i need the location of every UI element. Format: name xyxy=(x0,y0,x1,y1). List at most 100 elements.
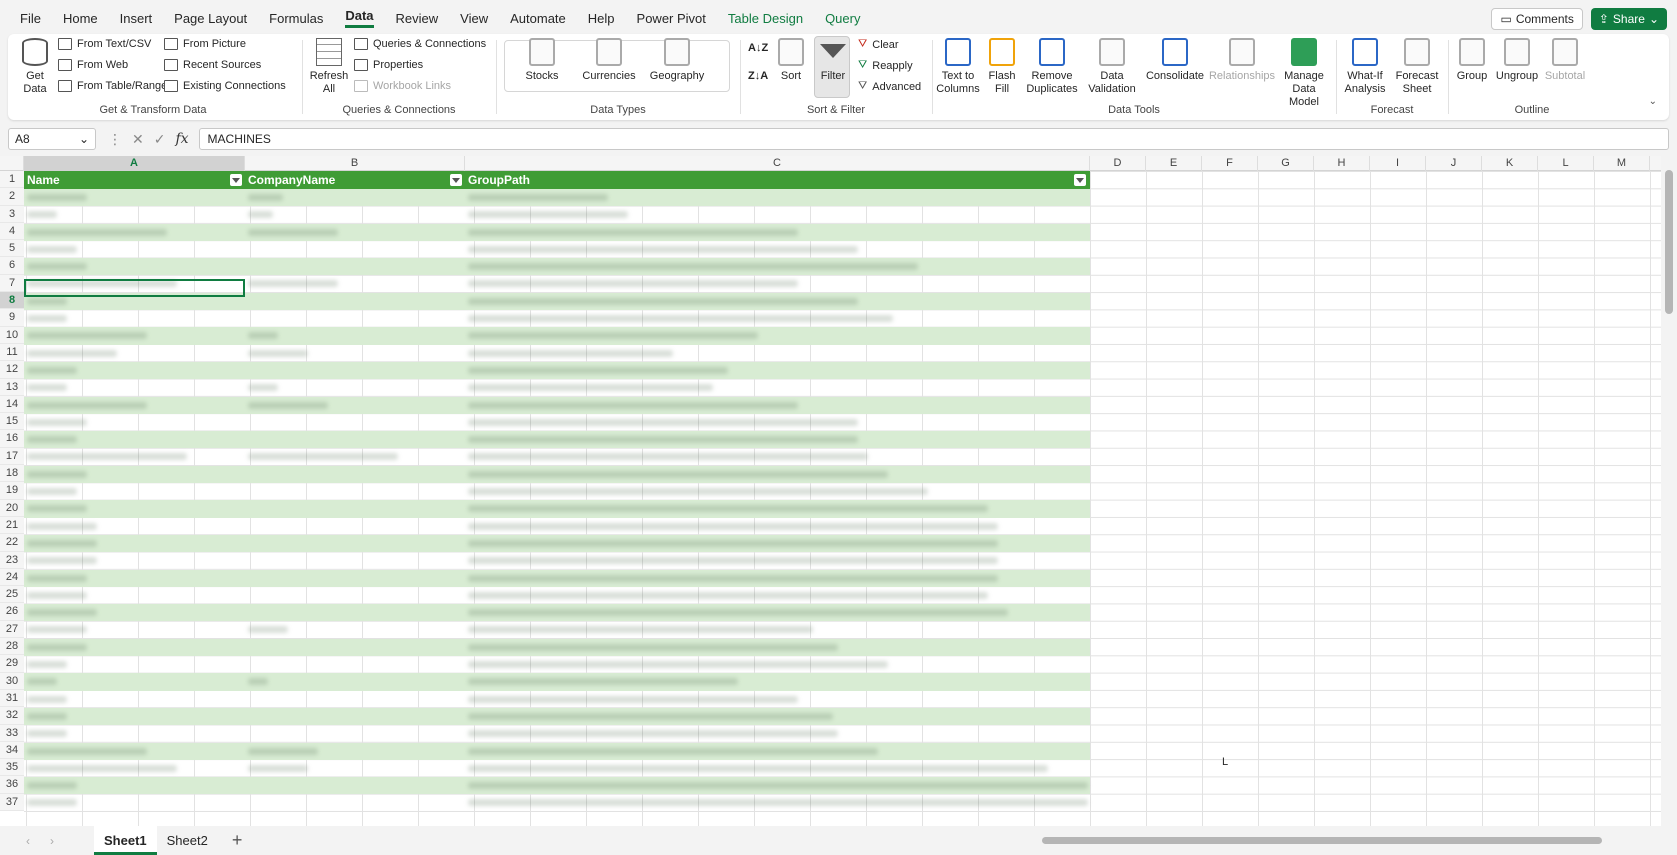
share-button[interactable]: ⇪ Share ⌄ xyxy=(1590,8,1667,30)
row-header-19[interactable]: 19 xyxy=(0,482,24,500)
table-row[interactable] xyxy=(24,361,1090,380)
worksheet[interactable]: A B C D E F G H I J K L M 1 2 3 4 5 6 7 8 9 10 11 1… xyxy=(0,156,1661,826)
header-company-name[interactable]: CompanyName xyxy=(245,171,335,189)
stocks-button[interactable]: Stocks xyxy=(518,38,566,83)
table-row[interactable] xyxy=(24,638,1090,657)
row-header-30[interactable]: 30 xyxy=(0,672,24,690)
row-header-1[interactable]: 1 xyxy=(0,171,24,189)
column-header-c[interactable]: C xyxy=(465,156,1090,171)
from-table-range-button[interactable]: From Table/Range xyxy=(58,80,167,92)
menu-help[interactable]: Help xyxy=(588,11,615,26)
tab-sheet2[interactable]: Sheet2 xyxy=(157,826,218,855)
currencies-button[interactable]: Currencies xyxy=(578,38,640,83)
header-name[interactable]: Name xyxy=(24,171,60,189)
table-row[interactable] xyxy=(24,587,1090,604)
row-header-35[interactable]: 35 xyxy=(0,759,24,777)
table-row[interactable] xyxy=(24,431,1090,449)
menu-page-layout[interactable]: Page Layout xyxy=(174,11,247,26)
column-header-j[interactable]: J xyxy=(1426,156,1482,171)
menu-data[interactable]: Data xyxy=(345,8,374,28)
from-picture-button[interactable]: From Picture xyxy=(164,38,246,50)
row-header-20[interactable]: 20 xyxy=(0,499,24,517)
table-row[interactable] xyxy=(24,345,1090,362)
column-header-k[interactable]: K xyxy=(1482,156,1538,171)
cancel-icon[interactable]: ✕ xyxy=(132,131,144,148)
menu-file[interactable]: File xyxy=(20,11,41,26)
what-if-analysis-button[interactable]: What-If Analysis xyxy=(1340,38,1390,96)
table-row[interactable] xyxy=(24,552,1090,569)
row-header-34[interactable]: 34 xyxy=(0,741,24,760)
manage-data-model-button[interactable]: Manage Data Model xyxy=(1276,38,1332,109)
workbook-links-button[interactable]: Workbook Links xyxy=(354,80,451,92)
column-header-l[interactable]: L xyxy=(1538,156,1594,171)
menu-power-pivot[interactable]: Power Pivot xyxy=(637,11,706,26)
row-header-4[interactable]: 4 xyxy=(0,222,24,241)
table-row[interactable] xyxy=(24,448,1090,465)
remove-duplicates-button[interactable]: Remove Duplicates xyxy=(1026,38,1078,96)
subtotal-button[interactable]: Subtotal xyxy=(1542,38,1588,83)
table-row[interactable] xyxy=(24,621,1090,638)
row-header-21[interactable]: 21 xyxy=(0,516,24,535)
table-row[interactable] xyxy=(24,534,1090,553)
row-header-6[interactable]: 6 xyxy=(0,257,24,275)
table-row[interactable] xyxy=(24,777,1090,795)
row-header-15[interactable]: 15 xyxy=(0,413,24,431)
from-text-csv-button[interactable]: From Text/CSV xyxy=(58,38,151,50)
vertical-scroll-thumb[interactable] xyxy=(1665,170,1673,314)
data-validation-button[interactable]: Data Validation xyxy=(1084,38,1140,96)
sort-az-icon[interactable]: A↓Z xyxy=(748,42,768,54)
comments-button[interactable]: ▭ Comments xyxy=(1491,8,1583,30)
menu-view[interactable]: View xyxy=(460,11,488,26)
table-row[interactable] xyxy=(24,656,1090,673)
row-header-8[interactable]: 8 xyxy=(0,292,24,310)
table-row[interactable] xyxy=(24,760,1090,777)
row-header-11[interactable]: 11 xyxy=(0,343,24,362)
tab-sheet1[interactable]: Sheet1 xyxy=(94,826,157,855)
get-data-button[interactable]: Get Data xyxy=(16,38,54,96)
more-options-icon[interactable]: ⋮ xyxy=(108,131,122,148)
relationships-button[interactable]: Relationships xyxy=(1209,38,1275,83)
menu-home[interactable]: Home xyxy=(63,11,98,26)
add-sheet-icon[interactable]: + xyxy=(232,830,243,851)
table-row[interactable] xyxy=(24,206,1090,223)
row-header-32[interactable]: 32 xyxy=(0,707,24,725)
sort-button[interactable]: Sort xyxy=(774,38,808,83)
prev-sheet-icon[interactable]: ‹ xyxy=(16,834,40,848)
table-row[interactable] xyxy=(24,794,1090,811)
table-row[interactable] xyxy=(24,518,1090,535)
ungroup-button[interactable]: Ungroup xyxy=(1494,38,1540,83)
filter-dropdown-name[interactable] xyxy=(230,174,242,186)
horizontal-scrollbar[interactable] xyxy=(1030,835,1650,847)
row-header-24[interactable]: 24 xyxy=(0,568,24,587)
column-header-f[interactable]: F xyxy=(1202,156,1258,171)
column-header-d[interactable]: D xyxy=(1090,156,1146,171)
table-row[interactable] xyxy=(24,483,1090,500)
existing-connections-button[interactable]: Existing Connections xyxy=(164,80,286,92)
group-button[interactable]: Group xyxy=(1452,38,1492,83)
row-header-9[interactable]: 9 xyxy=(0,309,24,327)
row-header-23[interactable]: 23 xyxy=(0,551,24,569)
table-row[interactable] xyxy=(24,223,1090,241)
row-header-7[interactable]: 7 xyxy=(0,274,24,293)
text-to-columns-button[interactable]: Text to Columns xyxy=(936,38,980,96)
menu-insert[interactable]: Insert xyxy=(120,11,153,26)
properties-button[interactable]: Properties xyxy=(354,59,423,71)
table-row[interactable] xyxy=(24,691,1090,708)
menu-table-design[interactable]: Table Design xyxy=(728,11,803,26)
row-header-26[interactable]: 26 xyxy=(0,603,24,621)
table-row[interactable] xyxy=(24,725,1090,742)
queries-connections-button[interactable]: Queries & Connections xyxy=(354,38,486,50)
table-row[interactable] xyxy=(24,673,1090,691)
row-header-16[interactable]: 16 xyxy=(0,430,24,448)
table-row[interactable] xyxy=(24,241,1090,258)
table-row[interactable] xyxy=(24,414,1090,431)
enter-icon[interactable]: ✓ xyxy=(154,131,166,148)
forecast-sheet-button[interactable]: Forecast Sheet xyxy=(1394,38,1440,96)
row-header-25[interactable]: 25 xyxy=(0,586,24,604)
clear-button[interactable]: ⛛ Clear xyxy=(858,38,899,51)
row-header-12[interactable]: 12 xyxy=(0,361,24,379)
reapply-button[interactable]: ⛛ Reapply xyxy=(858,59,913,72)
table-row[interactable] xyxy=(24,379,1090,396)
menu-review[interactable]: Review xyxy=(396,11,439,26)
horizontal-scroll-thumb[interactable] xyxy=(1042,837,1602,844)
